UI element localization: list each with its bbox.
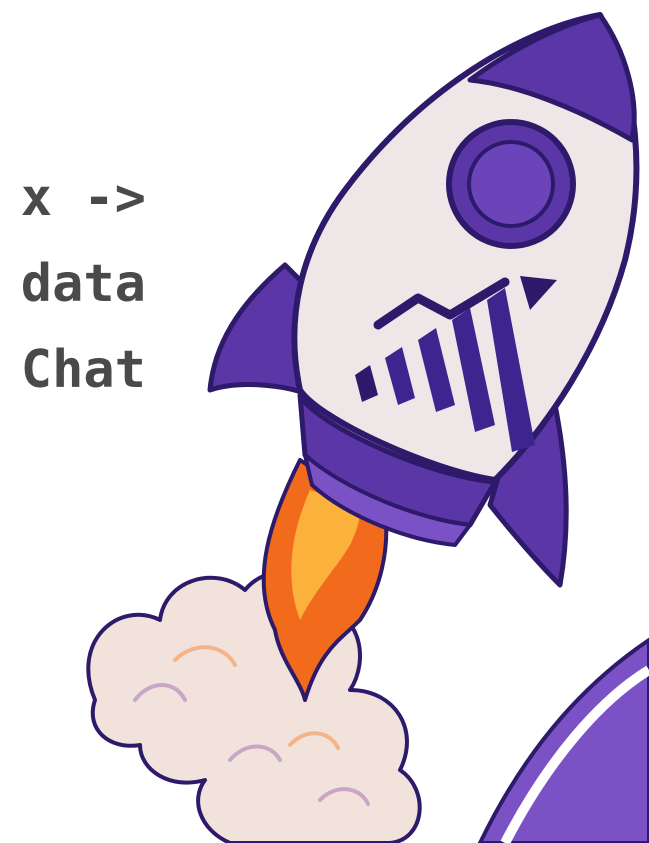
rocket-body-shape (291, 12, 640, 547)
purple-arc-shape (477, 637, 649, 843)
smoke-cloud-shape (86, 570, 422, 843)
rocket-illustration (86, 12, 649, 843)
porthole-window-shape (446, 119, 576, 249)
